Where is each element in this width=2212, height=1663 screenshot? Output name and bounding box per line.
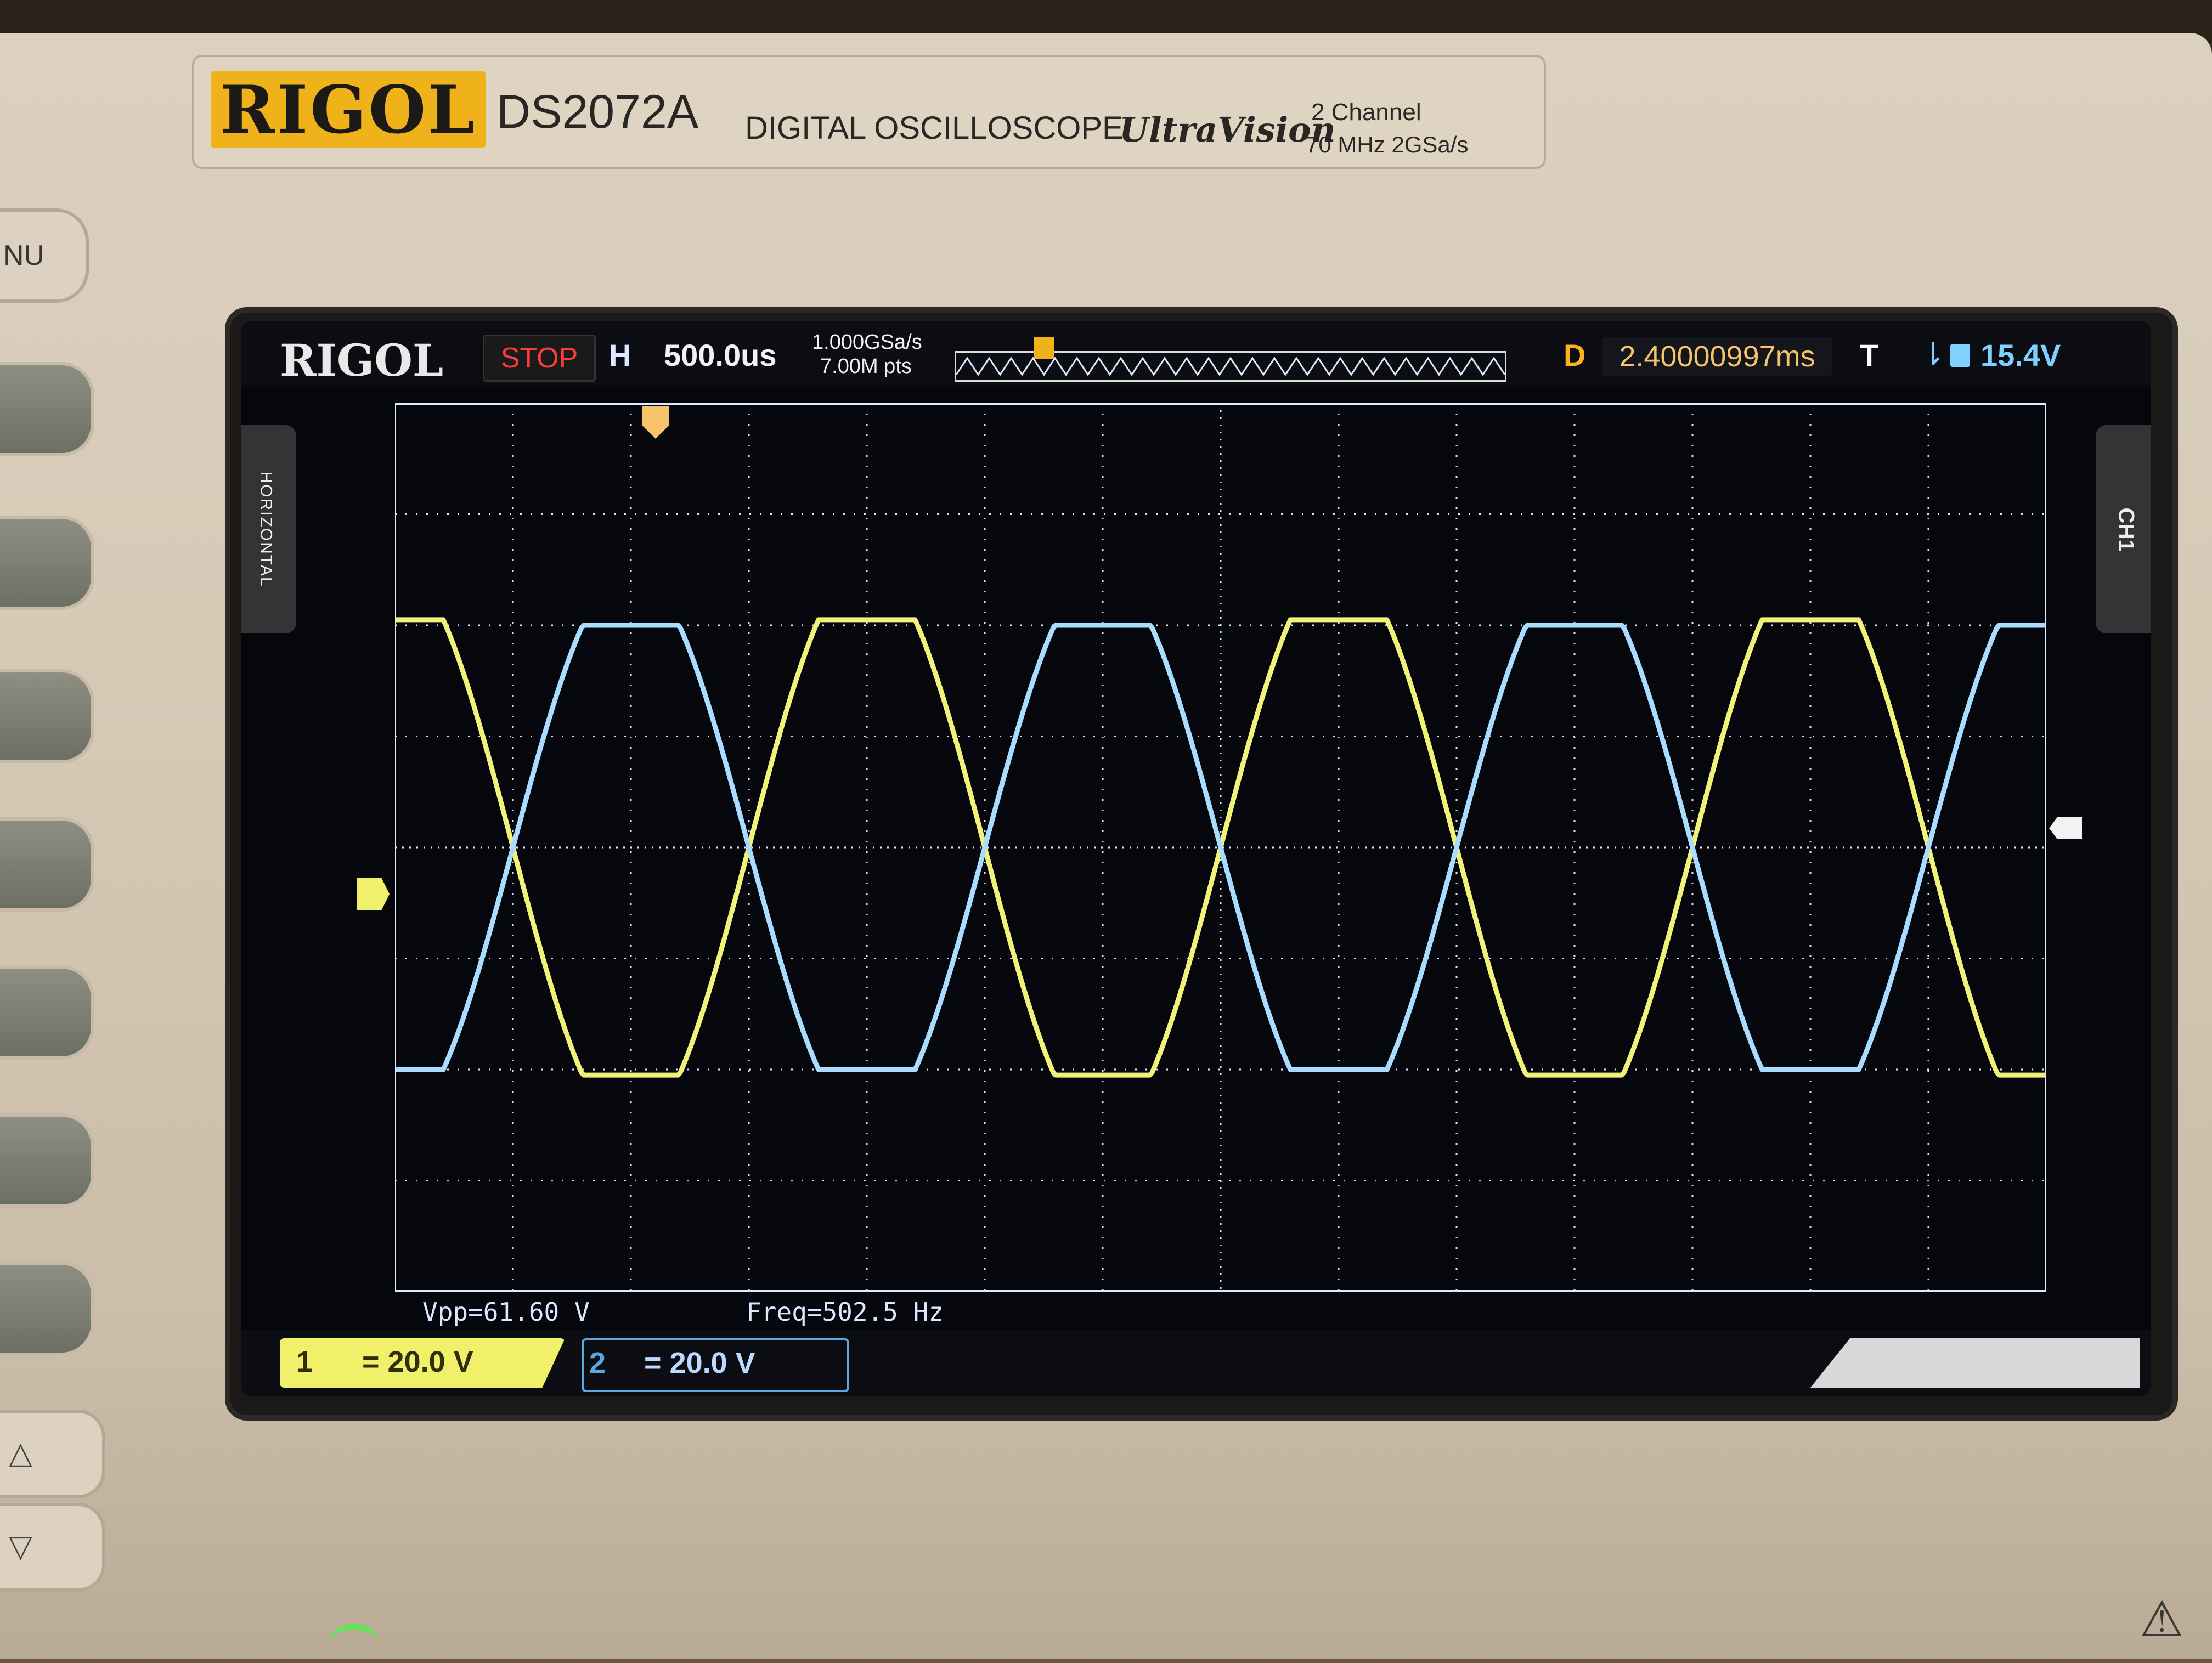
ch2-number: 2 [589, 1347, 606, 1379]
timebase-value: 500.0us [664, 338, 777, 372]
brand-logo: RIGOL [211, 71, 486, 149]
series-logo: UltraVision [1119, 110, 1336, 150]
rising-edge-icon: ⇂ [1920, 337, 1946, 371]
measurement-freq: Freq=502.5 Hz [746, 1297, 944, 1327]
run-state-indicator: STOP [483, 335, 596, 382]
delay-label: D [1564, 338, 1586, 372]
screen-logo: RIGOL [280, 335, 444, 386]
down-arrow-icon: ▽ [9, 1529, 33, 1563]
spec-channels: 2 Channel [1311, 99, 1421, 126]
sample-rate: 1.000GSa/s [812, 331, 922, 354]
ch1-number: 1 [296, 1345, 313, 1378]
up-arrow-icon: △ [9, 1435, 33, 1470]
trigger-label: T [1860, 338, 1879, 372]
channel-menu-tab[interactable]: CH1 [2096, 425, 2151, 633]
ch1-settings[interactable]: 1 = 20.0 V [280, 1338, 565, 1388]
ch1-scale: = 20.0 V [362, 1345, 473, 1378]
delay-value: 2.40000997ms [1602, 337, 1832, 376]
brand-name: RIGOL [220, 71, 477, 149]
page-up-button[interactable]: △ [0, 1410, 105, 1498]
ch2-settings[interactable]: 2 = 20.0 V [582, 1338, 849, 1392]
model-name: DS2072A [496, 86, 699, 138]
power-icon [329, 1624, 379, 1663]
ch2-scale: = 20.0 V [644, 1347, 755, 1379]
trigger-time-marker [642, 406, 669, 439]
page-down-button[interactable]: ▽ [0, 1503, 105, 1592]
spec-bandwidth: 70 MHz 2GSa/s [1306, 132, 1469, 157]
trigger-level: 15.4V [1980, 338, 2061, 372]
softkey-6[interactable] [0, 1113, 94, 1208]
channel-tab-label: CH1 [2114, 507, 2138, 552]
horizontal-icon: H [609, 338, 631, 372]
scope-screen: RIGOL STOP H 500.0us 1.000GSa/s 7.00M pt… [241, 321, 2151, 1396]
softkey-2[interactable] [0, 516, 94, 610]
trigger-source-icon [1950, 344, 1970, 367]
memory-depth: 7.00M pts [820, 355, 912, 378]
ch2-offset-marker [2049, 817, 2082, 839]
waveform-grid [394, 403, 2047, 1292]
softkey-3[interactable] [0, 669, 94, 763]
softkey-1[interactable] [0, 362, 94, 456]
menu-key-label: NU [3, 240, 45, 271]
clock-area [1810, 1338, 2140, 1388]
softkey-7[interactable] [0, 1262, 94, 1356]
device-description: DIGITAL OSCILLOSCOPE [745, 110, 1124, 146]
ch1-offset-marker [357, 878, 390, 910]
horizontal-tab-label: HORIZONTAL [257, 471, 275, 587]
horizontal-menu-tab[interactable]: HORIZONTAL [241, 425, 296, 633]
menu-key[interactable]: NU [0, 208, 89, 303]
trigger-position-marker [1034, 337, 1054, 359]
softkey-5[interactable] [0, 965, 94, 1060]
measurement-vpp: Vpp=61.60 V [422, 1297, 590, 1327]
softkey-4[interactable] [0, 817, 94, 912]
waveform-plot [394, 403, 2047, 1292]
warning-icon: ⚠ [2140, 1592, 2184, 1647]
